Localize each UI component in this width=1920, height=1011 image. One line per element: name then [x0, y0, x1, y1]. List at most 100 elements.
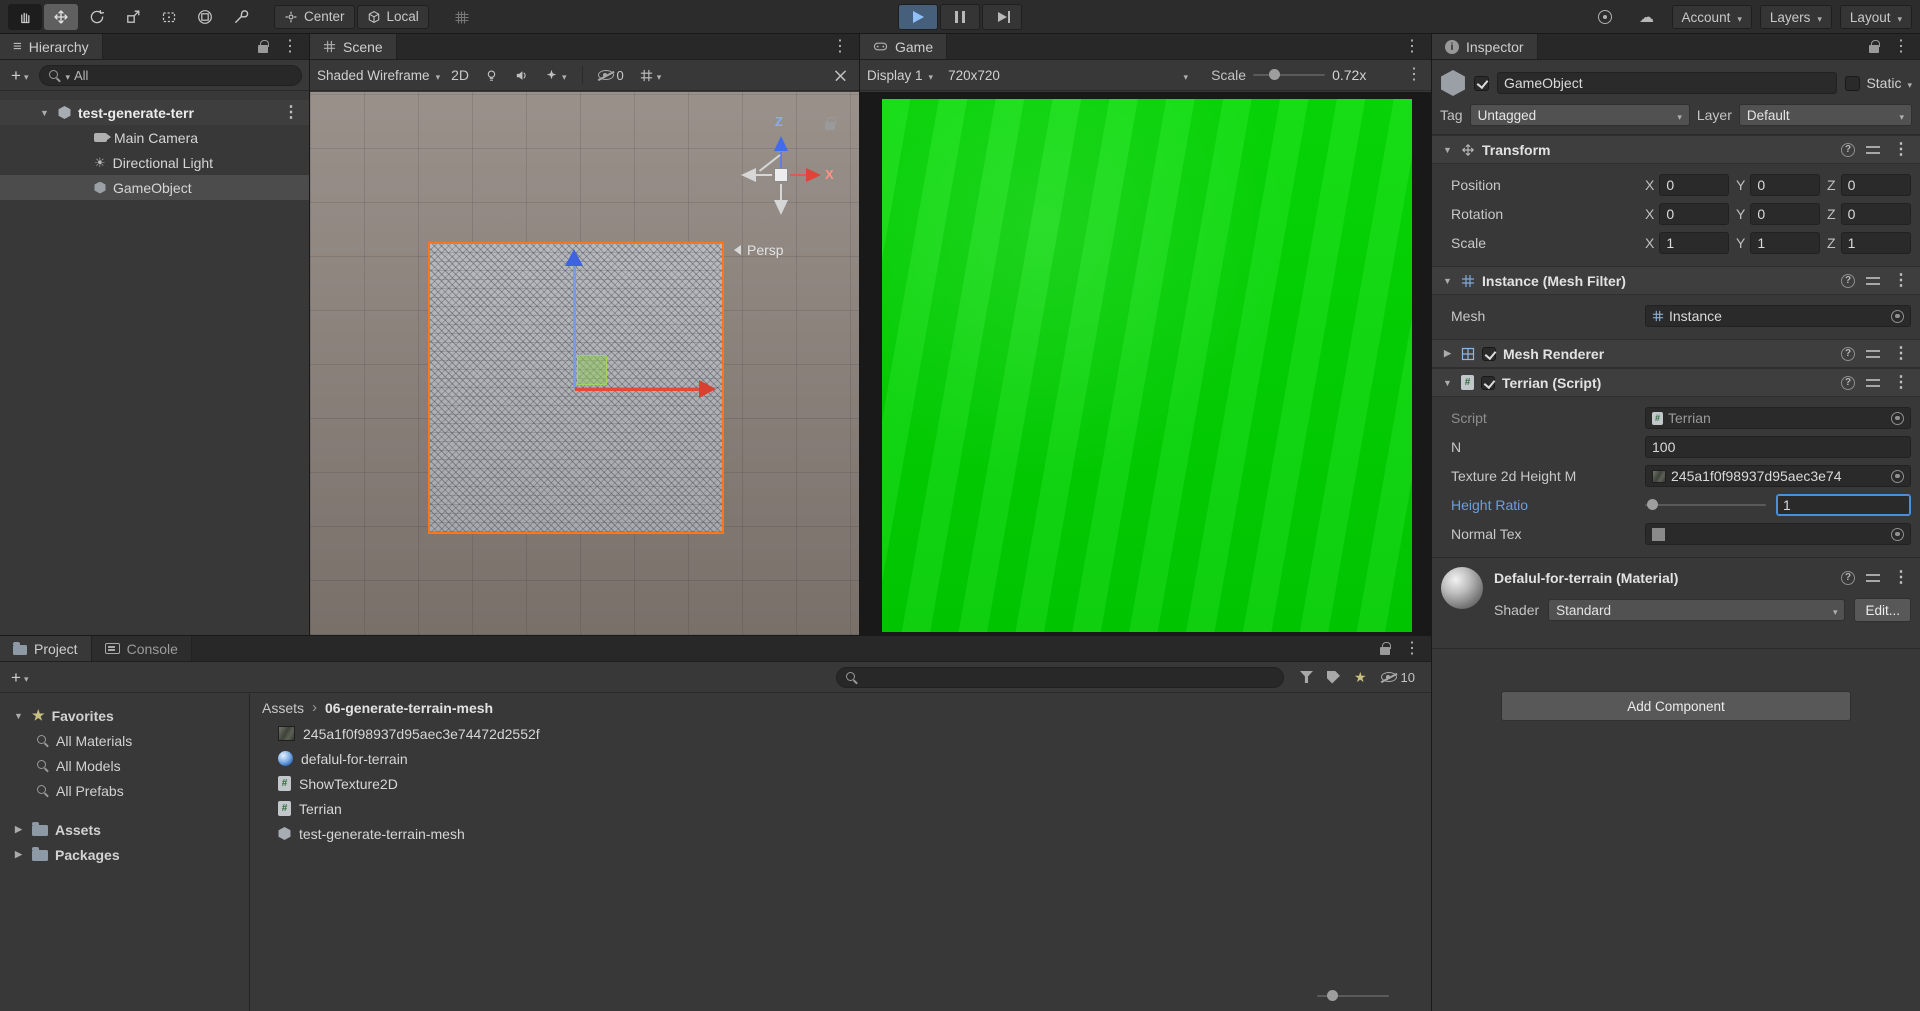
script-object-field[interactable]: Terrian [1645, 407, 1911, 429]
scene-viewport[interactable]: Z X Persp [310, 92, 859, 635]
create-object-button[interactable] [7, 63, 32, 87]
scene-menu-button[interactable] [830, 39, 850, 55]
favorite-all-materials[interactable]: All Materials [0, 728, 249, 753]
component-menu-button[interactable] [1891, 346, 1911, 362]
gizmo-x-arrowhead[interactable] [699, 380, 716, 398]
game-toolbar-menu-button[interactable] [1404, 67, 1424, 83]
gizmo-plane-handle[interactable] [577, 355, 607, 385]
assets-folder-row[interactable]: Assets [0, 817, 249, 842]
grid-snapping-button[interactable] [445, 4, 479, 30]
favorites-header[interactable]: Favorites [0, 703, 249, 728]
component-enabled-checkbox[interactable] [1482, 346, 1496, 361]
view-tool-button[interactable] [8, 3, 42, 30]
packages-folder-row[interactable]: Packages [0, 842, 249, 867]
preset-icon[interactable] [1866, 572, 1880, 584]
account-dropdown[interactable]: Account [1671, 5, 1752, 29]
position-y-field[interactable]: 0 [1750, 174, 1820, 196]
hierarchy-item-gameobject[interactable]: GameObject [0, 175, 309, 200]
slider-knob[interactable] [1647, 499, 1658, 510]
layer-dropdown[interactable]: Default [1738, 104, 1912, 126]
axis-z-label[interactable]: Z [775, 114, 783, 129]
asset-script-terrian[interactable]: Terrian [250, 796, 1431, 821]
z-axis-cone[interactable] [774, 136, 788, 151]
rotation-z-field[interactable]: 0 [1840, 203, 1911, 225]
rect-tool-button[interactable] [152, 4, 186, 30]
step-button[interactable] [982, 4, 1022, 30]
help-icon[interactable] [1841, 571, 1855, 585]
tab-scene[interactable]: Scene [310, 34, 397, 59]
hierarchy-item-directional-light[interactable]: Directional Light [0, 150, 309, 175]
height-ratio-field[interactable]: 1 [1776, 494, 1911, 516]
gizmo-z-axis[interactable] [573, 265, 576, 387]
help-icon[interactable] [1841, 346, 1855, 361]
hierarchy-scene-row[interactable]: test-generate-terr [0, 100, 309, 125]
play-button[interactable] [898, 4, 938, 30]
resolution-dropdown[interactable]: 720x720 [948, 68, 1188, 83]
terrian-script-component-header[interactable]: Terrian (Script) [1432, 368, 1920, 397]
thumbnail-size-slider[interactable] [1317, 990, 1389, 1001]
game-scale-slider[interactable] [1253, 69, 1326, 80]
hierarchy-item-main-camera[interactable]: Main Camera [0, 125, 309, 150]
rotation-x-field[interactable]: 0 [1659, 203, 1729, 225]
scene-effects-dropdown[interactable] [540, 63, 571, 87]
custom-tools-button[interactable] [224, 4, 258, 30]
component-menu-button[interactable] [1891, 142, 1911, 158]
breadcrumb-root[interactable]: Assets [262, 700, 304, 716]
foldout-icon[interactable] [12, 849, 25, 860]
active-checkbox[interactable] [1474, 75, 1489, 91]
foldout-icon[interactable] [38, 108, 51, 118]
rotation-y-field[interactable]: 0 [1750, 203, 1820, 225]
preset-icon[interactable] [1866, 377, 1880, 389]
scale-z-field[interactable]: 1 [1840, 232, 1911, 254]
cloud-button[interactable] [1630, 4, 1664, 30]
add-component-button[interactable]: Add Component [1501, 691, 1851, 721]
toggle-2d-button[interactable]: 2D [447, 63, 473, 87]
shader-dropdown[interactable]: Standard [1548, 599, 1846, 621]
gizmo-z-arrowhead[interactable] [565, 249, 583, 266]
foldout-icon[interactable] [1441, 378, 1454, 388]
search-by-label-icon[interactable] [1326, 670, 1340, 684]
orientation-toggle-button[interactable]: Local [356, 4, 429, 29]
tab-project[interactable]: Project [0, 636, 92, 661]
project-search-input[interactable] [835, 666, 1284, 688]
component-enabled-checkbox[interactable] [1481, 375, 1495, 390]
collab-button[interactable] [1588, 4, 1622, 30]
scene-lighting-button[interactable] [480, 63, 503, 87]
preset-icon[interactable] [1866, 144, 1880, 156]
inspector-menu-button[interactable] [1891, 39, 1911, 55]
neg-x-axis-cone[interactable] [741, 168, 756, 182]
axis-x-label[interactable]: X [825, 167, 834, 182]
material-menu-button[interactable] [1891, 570, 1911, 586]
foldout-icon[interactable] [1441, 276, 1454, 286]
lock-icon[interactable] [258, 39, 269, 53]
foldout-icon[interactable] [1441, 145, 1454, 155]
project-menu-button[interactable] [1402, 641, 1422, 657]
asset-texture-245a1f[interactable]: 245a1f0f98937d95aec3e74472d2552f [250, 721, 1431, 746]
hierarchy-search-input[interactable]: All [39, 64, 302, 86]
rotate-tool-button[interactable] [80, 4, 114, 30]
object-picker-icon[interactable] [1891, 527, 1904, 541]
display-dropdown[interactable]: Display 1 [867, 68, 933, 83]
foldout-icon[interactable] [12, 711, 25, 721]
help-icon[interactable] [1841, 273, 1855, 288]
hidden-packages-toggle[interactable]: 10 [1380, 670, 1415, 685]
object-picker-icon[interactable] [1891, 469, 1904, 483]
scene-grid-dropdown[interactable] [635, 63, 666, 87]
object-picker-icon[interactable] [1891, 309, 1904, 323]
favorite-all-prefabs[interactable]: All Prefabs [0, 778, 249, 803]
hierarchy-menu-button[interactable] [280, 39, 300, 55]
gizmo-x-axis[interactable] [575, 388, 699, 391]
foldout-icon[interactable] [12, 824, 25, 835]
help-icon[interactable] [1841, 142, 1855, 157]
scene-audio-button[interactable] [510, 63, 533, 87]
slider-knob[interactable] [1327, 990, 1338, 1001]
scene-row-menu-button[interactable] [281, 105, 301, 121]
tab-game[interactable]: Game [860, 34, 948, 59]
mesh-renderer-component-header[interactable]: Mesh Renderer [1432, 339, 1920, 368]
component-menu-button[interactable] [1891, 375, 1911, 391]
breadcrumb-current[interactable]: 06-generate-terrain-mesh [325, 700, 493, 716]
transform-tool-button[interactable] [188, 4, 222, 30]
scale-x-field[interactable]: 1 [1659, 232, 1729, 254]
x-axis-cone[interactable] [806, 168, 821, 182]
layers-dropdown[interactable]: Layers [1759, 5, 1832, 29]
